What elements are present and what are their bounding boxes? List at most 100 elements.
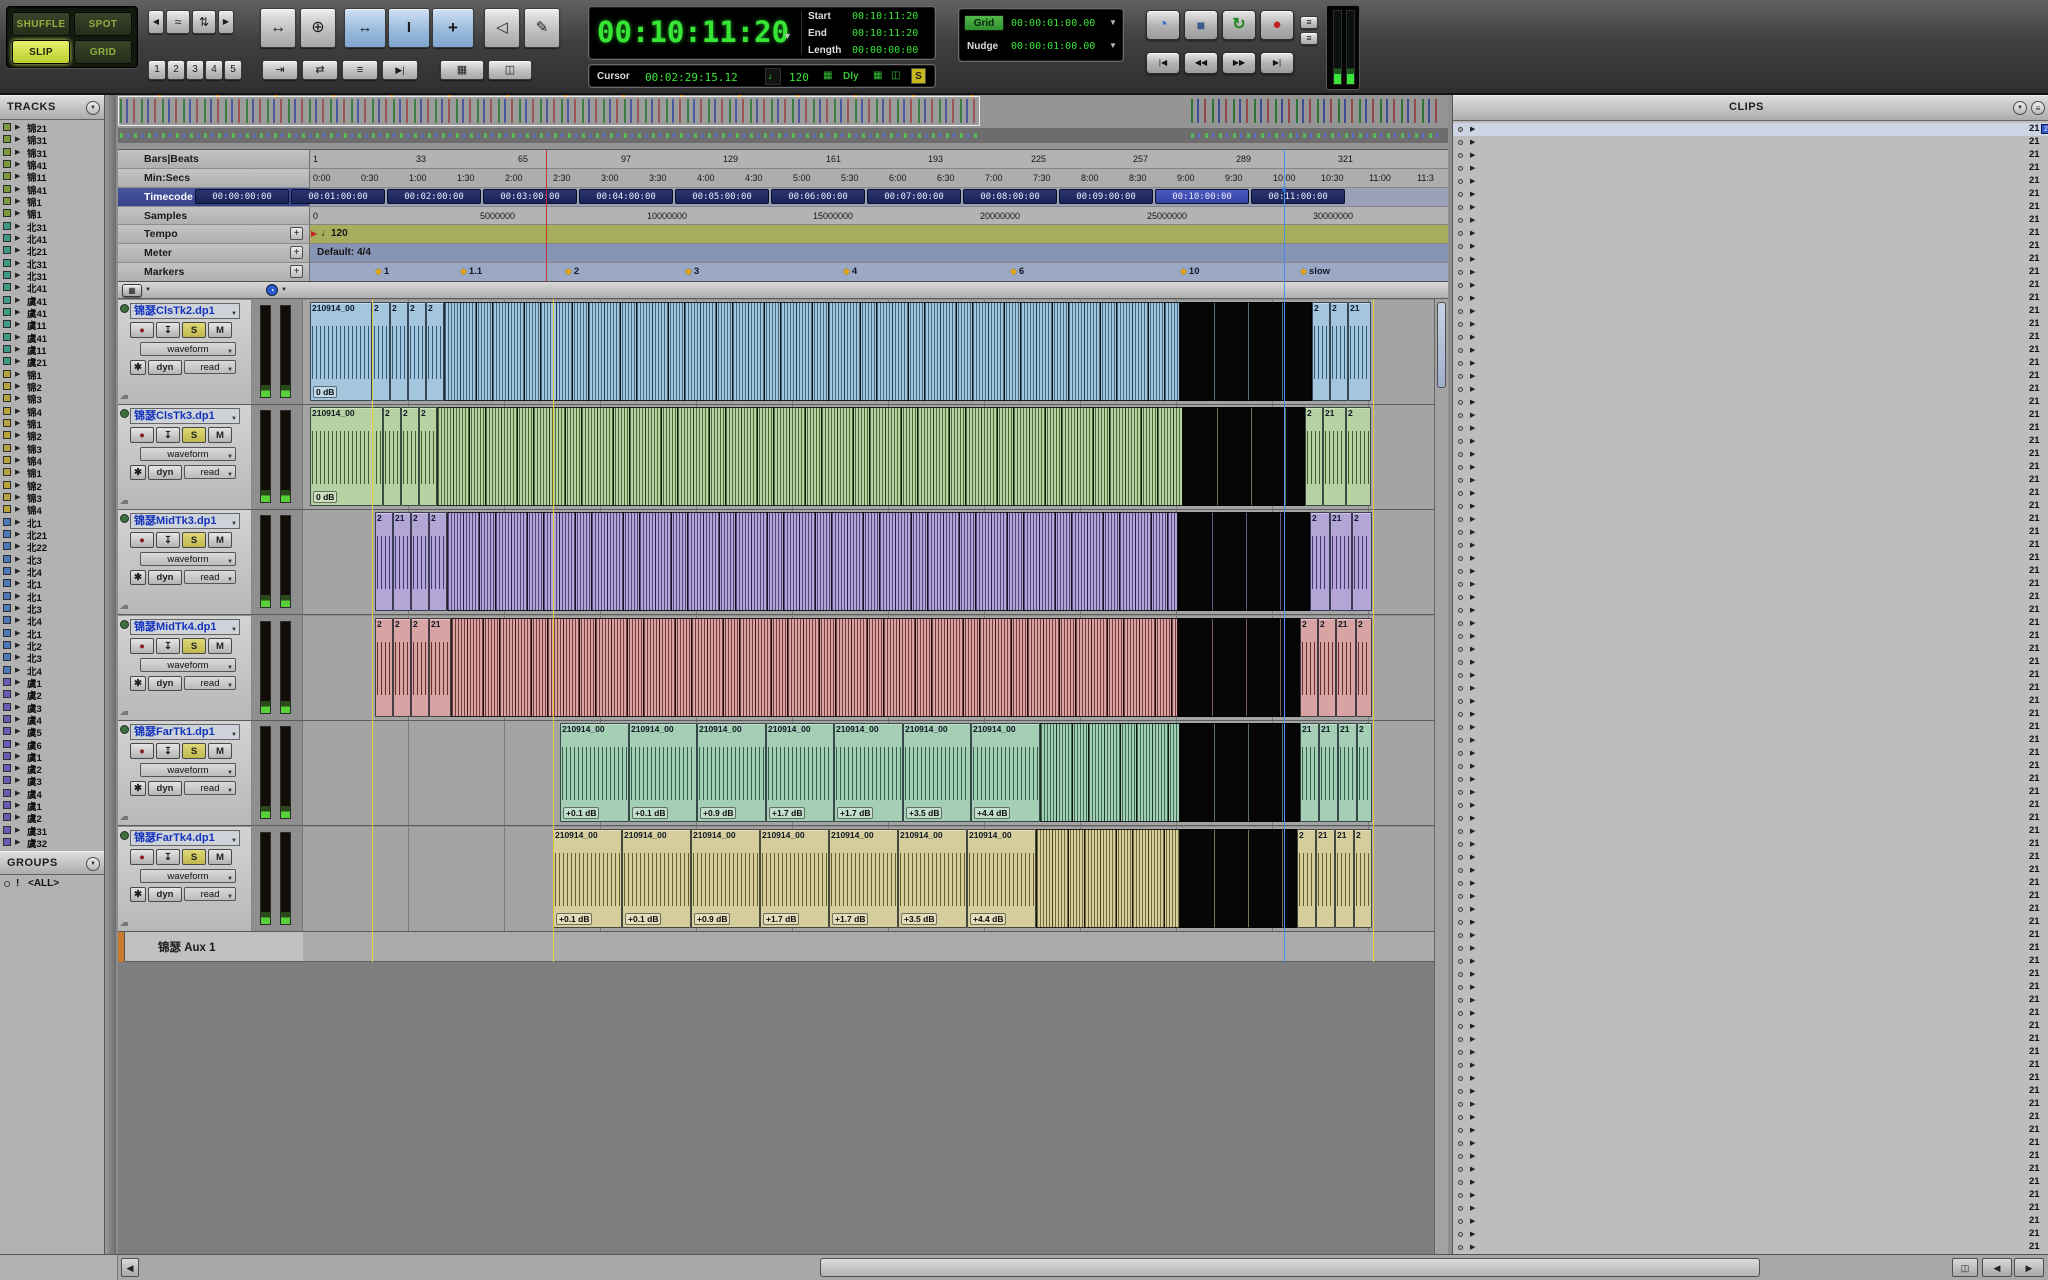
clips-panel-list-button[interactable]: ≡ [2031,101,2045,115]
clip-list-item[interactable]: ▶21 [1453,1046,2048,1059]
audio-clip[interactable]: 21 [1338,723,1357,822]
clip-list-item[interactable]: ▶21 [1453,578,2048,591]
clip-list-item[interactable]: ▶21 [1453,604,2048,617]
audio-clip[interactable]: 2 [1357,723,1372,822]
clip-list-item[interactable]: ▶21 [1453,1059,2048,1072]
track-freeze-icon[interactable] [120,831,129,840]
audio-clip[interactable]: 21 [1300,723,1319,822]
zoom-window-button[interactable]: ◫ [1952,1258,1978,1277]
sidebar-track-row[interactable]: ▶北1 [0,516,104,529]
grabber-tool-button[interactable]: + [432,8,474,48]
rewind-button[interactable]: ◀◀ [1184,52,1218,74]
zoom-preset-1[interactable]: 1 [148,60,166,80]
sidebar-track-row[interactable]: ▶虞21 [0,355,104,368]
clip-list-item[interactable]: ▶21 [1453,890,2048,903]
clip-list-item[interactable]: ▶21 [1453,409,2048,422]
automation-mode-button[interactable]: read▼ [184,570,236,584]
sidebar-track-row[interactable]: ▶北4 [0,614,104,627]
sidebar-track-row[interactable]: ▶虞41 [0,306,104,319]
track-freeze-icon[interactable] [120,304,129,313]
clip-list-item[interactable]: ▶21 [1453,1033,2048,1046]
timecode-cell[interactable]: 00:07:00:00 [867,189,961,204]
sidebar-track-row[interactable]: ▶虞41 [0,331,104,344]
clip-list-item[interactable]: ▶21 [1453,500,2048,513]
scroll-home-button[interactable]: ◀ [121,1258,139,1277]
audio-clip[interactable]: 2 [1310,512,1330,611]
sidebar-track-row[interactable]: ▶锦1 [0,417,104,430]
clip-list-item[interactable]: ▶21 [1453,305,2048,318]
clip-list-item[interactable]: ▶21 [1453,903,2048,916]
sidebar-track-row[interactable]: ▶虞2 [0,688,104,701]
clip-list-item[interactable]: ▶21 [1453,227,2048,240]
marker[interactable]: ◆2 [565,266,579,277]
clip-list-item[interactable]: ▶21 [1453,916,2048,929]
dyn-button[interactable]: dyn [148,360,182,375]
loop-playback-button[interactable]: ↻ [1222,10,1256,40]
sidebar-track-row[interactable]: ▶锦1 [0,368,104,381]
clip-list-item[interactable]: ▶21 [1453,279,2048,292]
audio-clip[interactable]: 2 [393,618,411,717]
pencil-tool-button[interactable]: ✎ [524,8,560,48]
clip-list-item[interactable]: ▶21 [1453,1124,2048,1137]
mirror-icon[interactable]: ◫ [891,70,900,81]
ruler-view-dropdown-icon[interactable]: ▼ [145,287,151,293]
timecode-cell[interactable]: 00:10:00:00 [1155,189,1249,204]
meter-event[interactable]: Default: 4/4 [317,247,371,258]
track-lane[interactable]: 210914_000 dB2222212 [303,405,1448,509]
sidebar-track-row[interactable]: ▶虞2 [0,762,104,775]
zoom-preset-4[interactable]: 4 [205,60,223,80]
vscroll-thumb[interactable] [1437,302,1446,388]
clip-list-item[interactable]: ▶21 [1453,292,2048,305]
audio-clip-group-dense[interactable] [1178,512,1310,611]
audio-clip[interactable]: 2 [429,512,447,611]
clip-list-item[interactable]: ▶21 [1453,760,2048,773]
clip-list-item[interactable]: ▶21 [1453,435,2048,448]
link-timeline-selection-button[interactable]: ⇄ [302,60,338,80]
add-event-button[interactable]: + [290,246,303,259]
solo-button[interactable]: S [182,322,206,338]
elastic-audio-button[interactable]: ✱ [130,781,146,796]
clip-list-item[interactable]: ▶21 [1453,877,2048,890]
clip-list-item[interactable]: ▶21 [1453,487,2048,500]
clip-list-item[interactable]: ▶21 [1453,929,2048,942]
timecode-cell[interactable]: 00:02:00:00 [387,189,481,204]
zoom-in-arrow-button[interactable]: ▶ [218,10,234,34]
tab-to-transient-button[interactable]: ⇥ [262,60,298,80]
clip-list-item[interactable]: ▶21 [1453,630,2048,643]
track-view-selector[interactable]: waveform▼ [140,342,236,356]
clip-list-item[interactable]: ▶21 [1453,188,2048,201]
add-event-button[interactable]: + [290,227,303,240]
automation-mode-button[interactable]: read▼ [184,887,236,901]
trim-tool-button[interactable]: ↔ [260,8,296,48]
audio-clip[interactable]: 210914_00+1.7 dB [760,829,829,928]
mute-button[interactable]: M [208,743,232,759]
sidebar-track-row[interactable]: ▶北3 [0,553,104,566]
marker[interactable]: ◆10 [1180,266,1200,277]
sidebar-track-row[interactable]: ▶虞1 [0,750,104,763]
track-view-selector[interactable]: waveform▼ [140,763,236,777]
sidebar-track-row[interactable]: ▶北4 [0,565,104,578]
length-value[interactable]: 00:00:00:00 [852,45,918,56]
clip-list-item[interactable]: ▶21 [1453,1085,2048,1098]
sidebar-track-row[interactable]: ▶虞41 [0,294,104,307]
clip-list-item[interactable]: ▶21 [1453,734,2048,747]
audio-clip[interactable]: 21 [1319,723,1338,822]
audio-clip[interactable]: 210914_00+4.4 dB [971,723,1040,822]
input-monitor-button[interactable]: ↧ [156,849,180,865]
clip-list-item[interactable]: ▶21 [1453,370,2048,383]
audio-clip[interactable]: 21 [1335,829,1354,928]
dyn-button[interactable]: dyn [148,887,182,902]
end-value[interactable]: 00:10:11:20 [852,28,918,39]
hscroll-thumb[interactable] [820,1258,1760,1277]
sidebar-track-row[interactable]: ▶虞3 [0,774,104,787]
sidebar-track-row[interactable]: ▶虞11 [0,318,104,331]
audio-clip-group-dense[interactable] [1180,723,1300,822]
track-lane[interactable]: 221212210914_00+0.1 dB210914_00+0.1 dB21… [303,827,1448,931]
track-freeze-icon[interactable] [120,620,129,629]
elastic-audio-button[interactable]: ✱ [130,676,146,691]
clip-list-item[interactable]: ▶21 [1453,526,2048,539]
sidebar-track-row[interactable]: ▶锦2 [0,479,104,492]
track-lane[interactable]: 221222212 [303,510,1448,614]
sidebar-track-row[interactable]: ▶锦4 [0,503,104,516]
audio-clip[interactable]: 2 [383,407,401,506]
